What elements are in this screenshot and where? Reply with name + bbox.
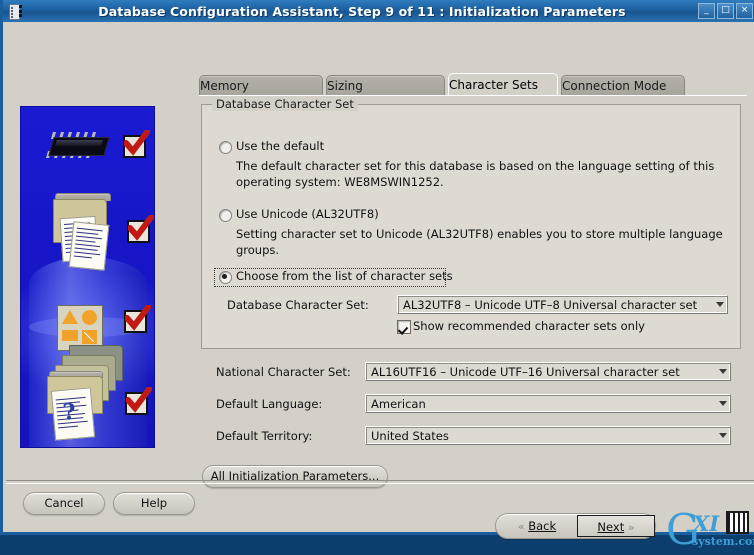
help-button[interactable]: Help: [113, 492, 195, 515]
database-chip-icon: [6, 2, 26, 20]
default-territory-select[interactable]: United States: [365, 426, 731, 445]
database-charset-value: AL32UTF8 – Unicode UTF–8 Universal chara…: [403, 298, 698, 312]
use-default-description-line2: operating system: WE8MSWIN1252.: [236, 175, 444, 189]
red-check-glyph: [124, 130, 150, 156]
watermark-cjk-glyph: [726, 511, 749, 534]
watermark-domain: system.com: [692, 535, 754, 548]
red-check-glyph: [128, 215, 154, 241]
chevron-down-icon: [719, 433, 727, 438]
radio-use-default[interactable]: [219, 141, 232, 154]
default-language-value: American: [371, 397, 426, 411]
national-charset-value: AL16UTF16 – Unicode UTF–16 Universal cha…: [371, 365, 680, 379]
database-charset-select[interactable]: AL32UTF8 – Unicode UTF–8 Universal chara…: [397, 295, 728, 314]
tab-memory[interactable]: Memory: [199, 75, 323, 96]
close-button[interactable]: ×: [736, 3, 753, 19]
red-check-glyph: [126, 387, 152, 413]
window-title: Database Configuration Assistant, Step 9…: [98, 3, 626, 19]
default-territory-value: United States: [371, 429, 449, 443]
national-charset-label: National Character Set:: [216, 365, 351, 379]
next-label: Next: [597, 520, 625, 534]
back-button[interactable]: « Back: [498, 515, 576, 537]
radio-use-default-label: Use the default: [236, 139, 325, 153]
tab-sizing-label: Sizing: [327, 79, 363, 93]
database-character-set-group: Database Character Set Use the default T…: [201, 97, 741, 349]
use-unicode-description-line2: groups.: [236, 243, 280, 257]
character-sets-panel: Database Character Set Use the default T…: [199, 95, 747, 456]
tab-memory-label: Memory: [200, 79, 249, 93]
default-language-label: Default Language:: [216, 397, 323, 411]
tab-bar: Memory Sizing Character Sets Connection …: [199, 73, 688, 96]
chevron-down-icon: [719, 401, 727, 406]
divider-upper: [6, 480, 754, 484]
radio-use-unicode-label: Use Unicode (AL32UTF8): [236, 207, 379, 221]
checkmark-icon-2: [127, 215, 154, 243]
checkmark-icon-1: [123, 130, 150, 158]
tab-character-sets-label: Character Sets: [449, 78, 539, 92]
watermark-xi: XI: [693, 511, 720, 536]
window-controls: _ □ ×: [698, 3, 753, 19]
tab-sizing[interactable]: Sizing: [326, 75, 445, 96]
use-default-description-line1: The default character set for this datab…: [236, 159, 715, 173]
radio-choose-from-list-label: Choose from the list of character sets: [236, 269, 453, 283]
folder-stack-icon: ?: [35, 345, 135, 441]
checkmark-icon-4: [125, 387, 152, 415]
cancel-button[interactable]: Cancel: [23, 492, 105, 515]
group-title: Database Character Set: [212, 97, 358, 111]
database-charset-label: Database Character Set:: [227, 298, 369, 312]
checkmark-icon-3: [124, 305, 151, 333]
minimize-button[interactable]: _: [698, 3, 715, 19]
watermark: G XI system.com: [666, 505, 754, 555]
use-unicode-description-line1: Setting character set to Unicode (AL32UT…: [236, 227, 723, 241]
red-check-glyph: [125, 305, 151, 331]
files-folder-icon: [37, 193, 117, 273]
tab-character-sets[interactable]: Character Sets: [448, 73, 558, 96]
back-label: Back: [528, 519, 557, 533]
application-window: Database Configuration Assistant, Step 9…: [0, 0, 754, 554]
navigation-button-group: « Back Next »: [495, 513, 656, 539]
tab-connection-mode[interactable]: Connection Mode: [561, 75, 685, 96]
maximize-button[interactable]: □: [717, 3, 734, 19]
next-button[interactable]: Next »: [577, 515, 655, 537]
memory-chip-icon: [45, 131, 111, 159]
chevron-down-icon: [719, 369, 727, 374]
next-chevron-icon: »: [627, 521, 635, 534]
all-initialization-parameters-button[interactable]: All Initialization Parameters...: [202, 465, 388, 488]
show-recommended-label: Show recommended character sets only: [413, 319, 645, 333]
client-area: ? Memory Sizing Character Sets Connectio…: [6, 22, 754, 554]
back-chevron-icon: «: [517, 520, 525, 533]
radio-use-unicode[interactable]: [219, 209, 232, 222]
national-charset-select[interactable]: AL16UTF16 – Unicode UTF–16 Universal cha…: [365, 362, 731, 381]
show-recommended-checkbox[interactable]: [397, 320, 411, 334]
title-bar: Database Configuration Assistant, Step 9…: [3, 0, 754, 22]
chevron-down-icon: [716, 302, 724, 307]
wizard-illustration: ?: [20, 106, 155, 448]
default-language-select[interactable]: American: [365, 394, 731, 413]
default-territory-label: Default Territory:: [216, 429, 313, 443]
tab-connection-mode-label: Connection Mode: [562, 79, 667, 93]
radio-choose-from-list[interactable]: [219, 271, 232, 284]
